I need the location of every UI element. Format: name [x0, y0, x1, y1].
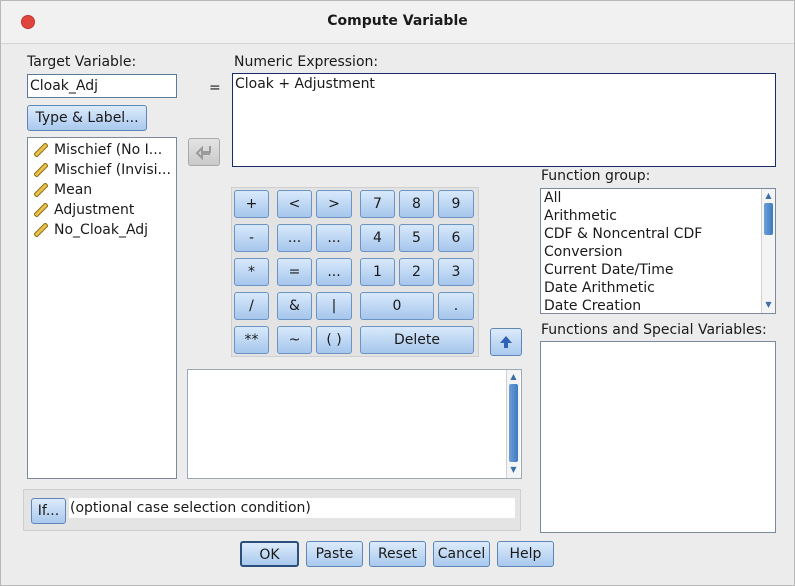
variable-name: Mean	[54, 182, 93, 198]
numeric-expression-label: Numeric Expression:	[234, 54, 379, 70]
key-or[interactable]: |	[316, 292, 352, 320]
key-greater-equal[interactable]: ...	[316, 224, 352, 252]
function-group-label: Function group:	[541, 168, 651, 184]
move-to-expression-button[interactable]	[188, 138, 220, 166]
key-divide[interactable]: /	[234, 292, 269, 320]
list-item[interactable]: No_Cloak_Adj	[34, 220, 148, 240]
scroll-down-arrow-icon[interactable]: ▼	[508, 464, 519, 476]
key-6[interactable]: 6	[438, 224, 474, 252]
paste-button[interactable]: Paste	[306, 541, 363, 567]
equals-sign: =	[209, 80, 221, 96]
insert-function-button[interactable]	[490, 328, 522, 356]
scroll-down-arrow-icon[interactable]: ▼	[763, 299, 774, 311]
cancel-button[interactable]: Cancel	[433, 541, 490, 567]
function-group-list[interactable]: All Arithmetic CDF & Noncentral CDF Conv…	[540, 188, 776, 314]
key-8[interactable]: 8	[399, 190, 434, 218]
if-condition-text: (optional case selection condition)	[69, 498, 515, 518]
scroll-up-arrow-icon[interactable]: ▲	[763, 190, 774, 202]
list-item[interactable]: Date Arithmetic	[544, 279, 655, 297]
key-7[interactable]: 7	[360, 190, 395, 218]
key-multiply[interactable]: *	[234, 258, 269, 286]
key-3[interactable]: 3	[438, 258, 474, 286]
list-item[interactable]: Arithmetic	[544, 207, 617, 225]
key-decimal[interactable]: .	[438, 292, 474, 320]
key-and[interactable]: &	[277, 292, 312, 320]
scroll-up-arrow-icon[interactable]: ▲	[508, 371, 519, 383]
variable-name: No_Cloak_Adj	[54, 222, 149, 238]
function-description-box: ▲ ▼	[187, 369, 522, 479]
list-item[interactable]: Mean	[34, 180, 92, 200]
functions-special-variables-label: Functions and Special Variables:	[541, 322, 767, 338]
if-button[interactable]: If...	[31, 498, 66, 524]
help-button[interactable]: Help	[497, 541, 554, 567]
variable-name: Mischief (No I...	[54, 142, 163, 158]
type-and-label-button[interactable]: Type & Label...	[27, 105, 147, 131]
key-delete[interactable]: Delete	[360, 326, 474, 354]
scale-ruler-icon	[34, 223, 48, 237]
variable-name: Adjustment	[54, 202, 135, 218]
arrow-left-icon	[195, 145, 211, 161]
key-parentheses[interactable]: ( )	[316, 326, 352, 354]
scale-ruler-icon	[34, 143, 48, 157]
key-plus[interactable]: +	[234, 190, 269, 218]
scale-ruler-icon	[34, 203, 48, 217]
ok-button[interactable]: OK	[240, 541, 299, 567]
key-greater-than[interactable]: >	[316, 190, 352, 218]
list-item[interactable]: Mischief (No I...	[34, 140, 162, 160]
title-bar: Compute Variable	[1, 1, 794, 44]
key-less-equal[interactable]: ...	[277, 224, 312, 252]
compute-variable-dialog: Compute Variable Target Variable: Cloak_…	[0, 0, 795, 586]
functions-list[interactable]	[540, 341, 776, 533]
window-title: Compute Variable	[327, 13, 468, 29]
function-group-scrollbar[interactable]: ▲ ▼	[761, 189, 775, 313]
list-item[interactable]: Conversion	[544, 243, 623, 261]
description-scrollbar[interactable]: ▲ ▼	[506, 370, 520, 478]
key-0[interactable]: 0	[360, 292, 434, 320]
arrow-up-icon	[500, 336, 512, 348]
list-item[interactable]: Current Date/Time	[544, 261, 673, 279]
key-less-than[interactable]: <	[277, 190, 312, 218]
key-power[interactable]: **	[234, 326, 269, 354]
list-item[interactable]: All	[544, 189, 561, 207]
key-4[interactable]: 4	[360, 224, 395, 252]
numeric-expression-input[interactable]: Cloak + Adjustment	[232, 73, 776, 167]
variable-list[interactable]: Mischief (No I... Mischief (Invisi... Me…	[27, 137, 177, 479]
key-5[interactable]: 5	[399, 224, 434, 252]
key-equals[interactable]: =	[277, 258, 312, 286]
key-9[interactable]: 9	[438, 190, 474, 218]
target-variable-input[interactable]: Cloak_Adj	[27, 74, 177, 98]
key-minus[interactable]: -	[234, 224, 269, 252]
list-item[interactable]: CDF & Noncentral CDF	[544, 225, 702, 243]
variable-name: Mischief (Invisi...	[54, 162, 171, 178]
list-item[interactable]: Mischief (Invisi...	[34, 160, 171, 180]
scroll-thumb[interactable]	[509, 384, 518, 462]
key-not[interactable]: ~	[277, 326, 312, 354]
reset-button[interactable]: Reset	[369, 541, 426, 567]
key-2[interactable]: 2	[399, 258, 434, 286]
target-variable-label: Target Variable:	[27, 54, 137, 70]
scroll-thumb[interactable]	[764, 203, 773, 235]
key-1[interactable]: 1	[360, 258, 395, 286]
key-not-equal[interactable]: ...	[316, 258, 352, 286]
scale-ruler-icon	[34, 163, 48, 177]
list-item[interactable]: Date Creation	[544, 297, 641, 313]
list-item[interactable]: Adjustment	[34, 200, 134, 220]
scale-ruler-icon	[34, 183, 48, 197]
